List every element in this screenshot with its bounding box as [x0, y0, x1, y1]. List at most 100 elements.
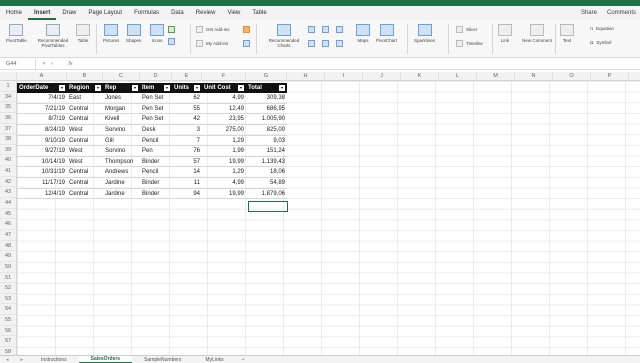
sheet-tab-samplenumbers[interactable]: SampleNumbers: [132, 357, 193, 363]
header-cell-units[interactable]: Units ▾: [172, 83, 202, 93]
cell-rep[interactable]: Thompson: [103, 157, 140, 167]
cell-orderdate[interactable]: 7/21/19: [17, 104, 67, 114]
screenshot-button[interactable]: [168, 38, 175, 45]
row-header[interactable]: 51: [0, 273, 16, 284]
cell-unit-cost[interactable]: 4,99: [202, 178, 246, 188]
header-cell-orderdate[interactable]: OrderDate ▾: [17, 83, 67, 93]
pivotchart-button[interactable]: PivotChart: [376, 24, 397, 43]
row-header[interactable]: 52: [0, 283, 16, 294]
cell-item[interactable]: Pencil: [140, 136, 172, 146]
cell-unit-cost[interactable]: 1,29: [202, 167, 246, 177]
row-header[interactable]: 46: [0, 219, 16, 230]
cell-units[interactable]: 14: [172, 167, 202, 177]
pivottable-button[interactable]: PivotTable: [6, 24, 27, 43]
get-addins-button[interactable]: Get Add-ins: [196, 26, 230, 33]
row-header[interactable]: 43: [0, 187, 16, 199]
people-addin-button[interactable]: [243, 40, 250, 47]
bar-chart-button[interactable]: [308, 40, 315, 47]
text-button[interactable]: Text: [560, 24, 574, 43]
row-header[interactable]: 56: [0, 326, 16, 337]
cell-item[interactable]: Binder: [140, 157, 172, 167]
cell-rep[interactable]: Jones: [103, 93, 140, 103]
cell-orderdate[interactable]: 10/31/19: [17, 167, 67, 177]
cell-total[interactable]: 686,95: [246, 104, 287, 114]
cell-total[interactable]: 18,06: [246, 167, 287, 177]
header-cell-unit-cost[interactable]: Unit Cost ▾: [202, 83, 246, 93]
icons-button[interactable]: Icons: [150, 24, 164, 43]
cell-orderdate[interactable]: 8/24/19: [17, 125, 67, 135]
cell-region[interactable]: West: [67, 125, 103, 135]
row-header[interactable]: 36: [0, 113, 16, 124]
cell-orderdate[interactable]: 8/7/19: [17, 114, 67, 124]
tab-page-layout[interactable]: Page Layout: [82, 6, 128, 20]
cell-units[interactable]: 76: [172, 146, 202, 156]
cell-item[interactable]: Pen Set: [140, 93, 172, 103]
row-header[interactable]: 42: [0, 177, 16, 188]
cell-region[interactable]: Central: [67, 114, 103, 124]
shapes-button[interactable]: Shapes: [126, 24, 141, 43]
column-header[interactable]: J: [363, 72, 401, 81]
cell-item[interactable]: Pencil: [140, 167, 172, 177]
sheet-nav-next-icon[interactable]: ▸: [15, 357, 30, 363]
column-header[interactable]: H: [287, 72, 325, 81]
column-header[interactable]: L: [439, 72, 477, 81]
confirm-icon[interactable]: ✓: [46, 61, 54, 67]
row-header[interactable]: 47: [0, 230, 16, 241]
cell-region[interactable]: Central: [67, 178, 103, 188]
cell-unit-cost[interactable]: 19,99: [202, 189, 246, 199]
row-header[interactable]: 48: [0, 241, 16, 252]
cell-unit-cost[interactable]: 23,95: [202, 114, 246, 124]
cell-region[interactable]: East: [67, 93, 103, 103]
equation-button[interactable]: π Equation: [590, 26, 614, 31]
cell-orderdate[interactable]: 10/14/19: [17, 157, 67, 167]
cell-rep[interactable]: Sorvino: [103, 146, 140, 156]
office-addin-button[interactable]: [243, 26, 250, 33]
column-header[interactable]: O: [553, 72, 591, 81]
cell-item[interactable]: Binder: [140, 178, 172, 188]
cell-rep[interactable]: Andrews: [103, 167, 140, 177]
cell-orderdate[interactable]: 7/4/19: [17, 93, 67, 103]
table-button[interactable]: Table: [76, 24, 90, 43]
row-header[interactable]: 1: [0, 81, 16, 92]
header-cell-total[interactable]: Total ▾: [246, 83, 287, 93]
header-cell-rep[interactable]: Rep ▾: [103, 83, 140, 93]
sheet-tab-salesorders[interactable]: SalesOrders: [78, 356, 133, 363]
cell-region[interactable]: West: [67, 157, 103, 167]
column-header[interactable]: K: [401, 72, 439, 81]
column-header[interactable]: F: [202, 72, 246, 81]
recommended-pivottables-button[interactable]: Recommended PivotTables: [36, 24, 70, 48]
cell-total[interactable]: 1.139,43: [246, 157, 287, 167]
cell-item[interactable]: Binder: [140, 189, 172, 199]
cell-orderdate[interactable]: 12/4/19: [17, 189, 67, 199]
column-header[interactable]: N: [515, 72, 553, 81]
column-header[interactable]: D: [140, 72, 172, 81]
cell-region[interactable]: Central: [67, 189, 103, 199]
column-header[interactable]: C: [103, 72, 140, 81]
cell-total[interactable]: 1.879,06: [246, 189, 287, 199]
sheet-tab-mylinks[interactable]: MyLinks: [193, 357, 235, 363]
header-cell-region[interactable]: Region ▾: [67, 83, 103, 93]
cell-unit-cost[interactable]: 275,00: [202, 125, 246, 135]
cell-units[interactable]: 11: [172, 178, 202, 188]
cell-units[interactable]: 7: [172, 136, 202, 146]
cell-item[interactable]: Desk: [140, 125, 172, 135]
row-header[interactable]: 54: [0, 304, 16, 316]
row-header[interactable]: 49: [0, 251, 16, 262]
cell-total[interactable]: 1.005,90: [246, 114, 287, 124]
cell-total[interactable]: 825,00: [246, 125, 287, 135]
recommended-charts-button[interactable]: Recommended Charts: [262, 24, 306, 48]
symbol-button[interactable]: Ω Symbol: [590, 40, 611, 45]
tab-data[interactable]: Data: [165, 6, 190, 20]
maps-button[interactable]: Maps: [356, 24, 370, 43]
tab-table[interactable]: Table: [246, 6, 272, 20]
tab-home[interactable]: Home: [0, 6, 28, 20]
row-header[interactable]: 39: [0, 145, 16, 156]
header-cell-item[interactable]: Item ▾: [140, 83, 172, 93]
cell-item[interactable]: Pen: [140, 146, 172, 156]
cell-orderdate[interactable]: 9/27/19: [17, 146, 67, 156]
cell-rep[interactable]: Sorvino: [103, 125, 140, 135]
row-header[interactable]: 45: [0, 209, 16, 220]
row-header[interactable]: 38: [0, 134, 16, 145]
scatter-chart-button[interactable]: [322, 40, 329, 47]
line-chart-button[interactable]: [322, 26, 329, 33]
